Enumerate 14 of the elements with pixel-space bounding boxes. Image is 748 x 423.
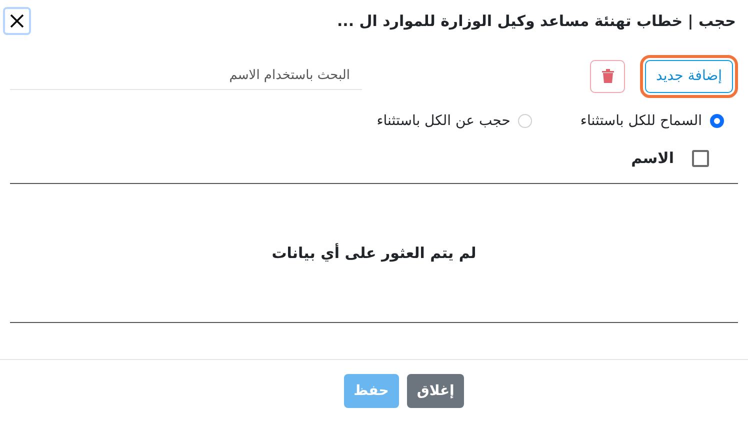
radio-label: حجب عن الكل باستثناء <box>376 112 510 130</box>
dialog-title: حجب | خطاب تهنئة مساعد وكيل الوزارة للموارد ال ... <box>336 10 736 32</box>
trash-icon <box>602 69 614 83</box>
close-button[interactable] <box>3 7 31 35</box>
add-button[interactable]: إضافة جديد <box>645 60 733 92</box>
empty-message: لم يتم العثور على أي بيانات <box>272 242 476 264</box>
search-field[interactable]: البحث باستخدام الاسم <box>10 62 362 90</box>
delete-button[interactable] <box>590 60 626 92</box>
close-dialog-button[interactable]: إغلاق <box>406 374 464 408</box>
select-all-checkbox[interactable] <box>692 150 709 167</box>
column-header: الاسم <box>631 148 674 170</box>
radio-button[interactable] <box>710 114 724 128</box>
close-icon <box>9 13 25 29</box>
radio-label: السماح للكل باستثناء <box>580 112 702 130</box>
